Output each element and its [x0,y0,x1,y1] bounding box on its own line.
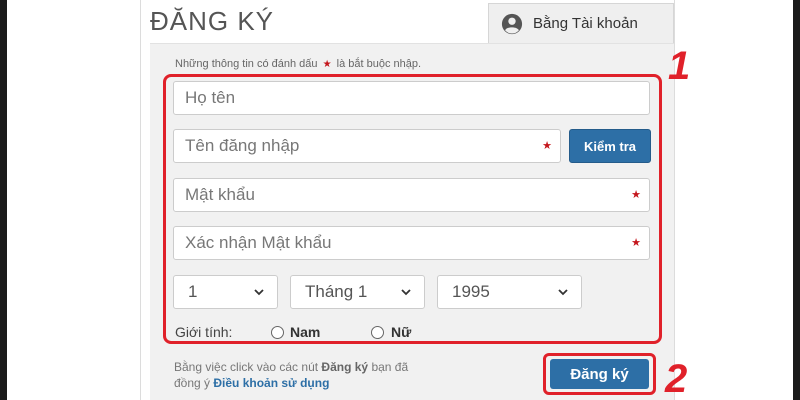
username-input[interactable]: Tên đăng nhập ★ [173,129,561,163]
terms-line1-bold: Đăng ký [321,360,369,374]
gender-male-label[interactable]: Nam [290,324,320,340]
terms-line2-prefix: đồng ý [174,376,211,390]
gender-label: Giới tính: [175,324,233,340]
birth-day-value: 1 [188,282,198,301]
confirm-password-placeholder: Xác nhận Mật khẩu [185,233,332,252]
required-star-icon: ★ [542,140,552,152]
terms-line1-suffix: bạn đã [371,360,409,374]
required-note: Những thông tin có đánh dấu ★ là bắt buộ… [175,58,421,70]
panel-border-left [140,0,141,400]
chevron-down-icon [254,289,264,296]
birth-month-value: Tháng 1 [305,282,368,301]
required-star-icon: ★ [322,59,332,70]
birth-year-value: 1995 [452,282,490,301]
annotation-number-2: 2 [665,357,688,400]
full-name-placeholder: Họ tên [185,88,236,107]
chevron-down-icon [558,289,568,296]
tab-account[interactable]: Bằng Tài khoản [488,3,674,43]
full-name-input[interactable]: Họ tên [173,81,650,115]
gender-female-label[interactable]: Nữ [391,324,411,340]
gender-female-radio[interactable] [371,326,384,339]
page-title: ĐĂNG KÝ [150,6,275,36]
required-star-icon: ★ [631,189,641,201]
password-input[interactable]: Mật khẩu ★ [173,178,650,212]
username-placeholder: Tên đăng nhập [185,136,300,155]
chevron-down-icon [401,289,411,296]
register-button[interactable]: Đăng ký [550,359,649,389]
gender-male-radio[interactable] [271,326,284,339]
annotation-number-1: 1 [668,44,691,88]
check-username-button[interactable]: Kiểm tra [569,129,651,163]
terms-of-use-link[interactable]: Điều khoản sử dụng [213,376,329,390]
registration-page: ĐĂNG KÝ Bằng Tài khoản Những thông tin c… [0,0,800,400]
screen-edge-left [0,0,7,400]
required-note-prefix: Những thông tin có đánh dấu [175,58,318,70]
required-star-icon: ★ [631,237,641,249]
birth-day-select[interactable]: 1 [173,275,278,309]
screen-edge-right [793,0,800,400]
password-placeholder: Mật khẩu [185,185,255,204]
confirm-password-input[interactable]: Xác nhận Mật khẩu ★ [173,226,650,260]
tab-account-label: Bằng Tài khoản [533,15,638,32]
terms-line1-prefix: Bằng việc click vào các nút [174,360,319,374]
birth-year-select[interactable]: 1995 [437,275,582,309]
terms-text: Bằng việc click vào các nút Đăng ký bạn … [174,359,494,391]
birth-month-select[interactable]: Tháng 1 [290,275,425,309]
required-note-suffix: là bắt buộc nhập. [336,58,422,70]
user-circle-icon [501,13,523,34]
